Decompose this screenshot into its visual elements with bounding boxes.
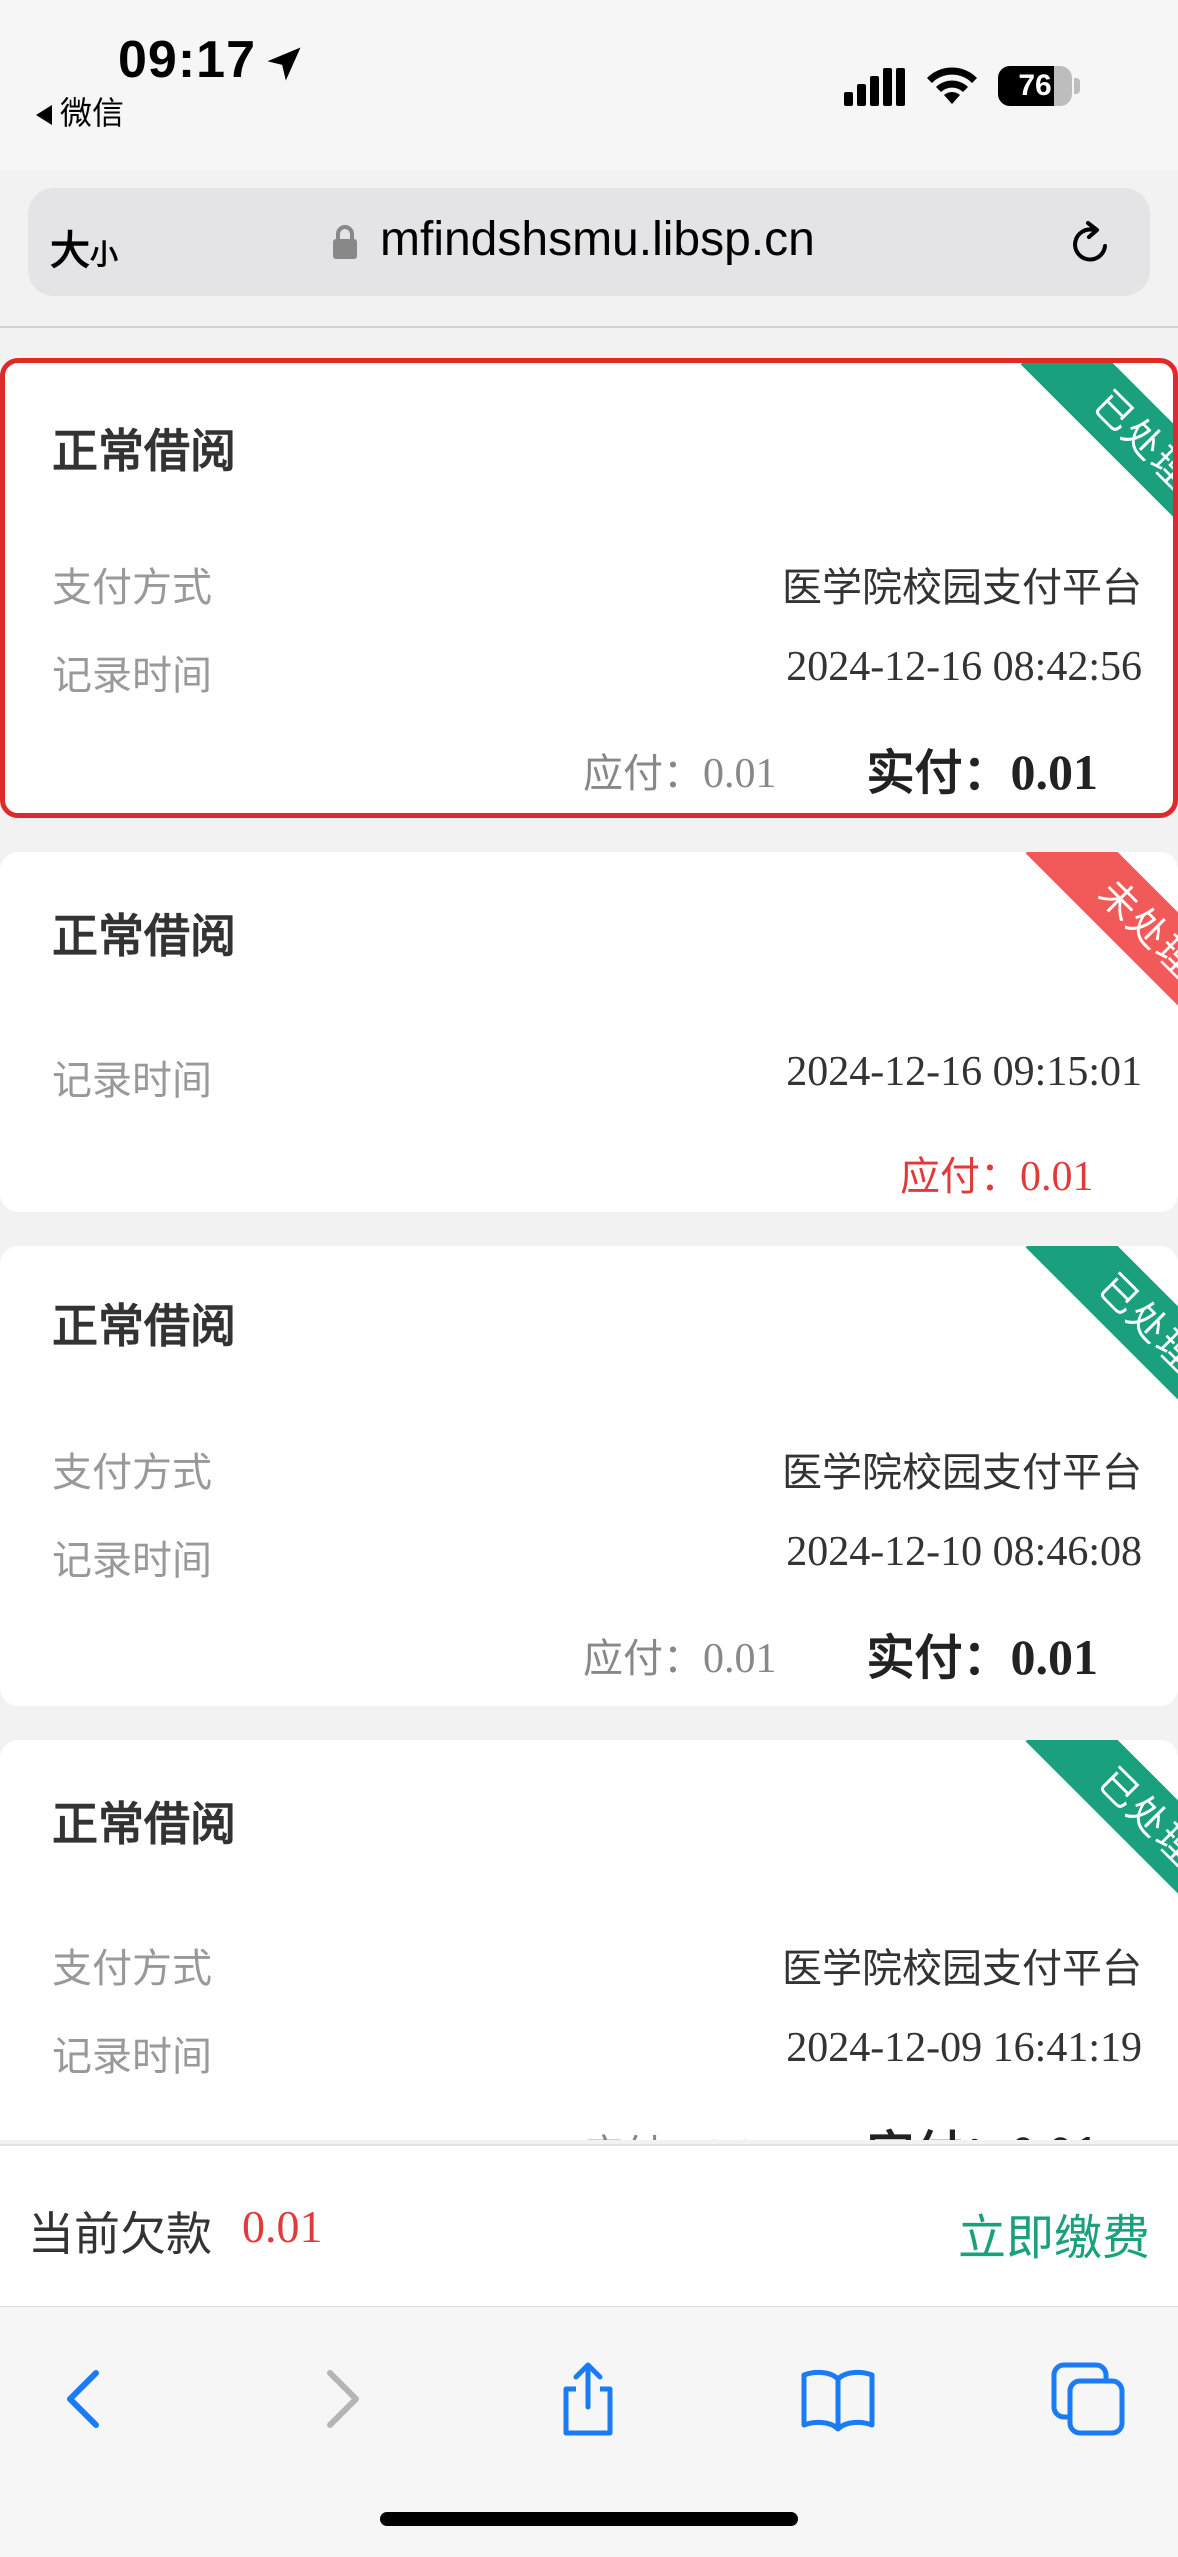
paid-value: 0.01: [1011, 2125, 1099, 2140]
current-debt-value: 0.01: [242, 2201, 323, 2252]
pay-method-label: 支付方式: [52, 565, 212, 611]
record-time-value: 2024-12-10 08:46:08: [786, 1529, 1142, 1575]
home-indicator: [380, 2512, 798, 2526]
record-title: 正常借阅: [52, 909, 236, 963]
due-value: 0.01: [1020, 1154, 1094, 1200]
pay-method-label: 支付方式: [52, 1946, 212, 1992]
bookmarks-icon[interactable]: [798, 2359, 878, 2439]
reload-icon[interactable]: [1064, 218, 1116, 270]
lock-icon: [333, 225, 357, 259]
text-size-button[interactable]: 大小: [50, 218, 118, 276]
pay-method-label: 支付方式: [52, 1450, 212, 1496]
amount-due: 应付：0.01: [900, 1144, 1094, 1202]
status-bar: 09:17 微信 76: [0, 0, 1178, 170]
address-bar[interactable]: 大小 mfindshsmu.libsp.cn: [28, 188, 1150, 296]
record-time-value: 2024-12-09 16:41:19: [786, 2025, 1142, 2071]
due-label: 应付：: [583, 2132, 703, 2140]
record-time-value: 2024-12-16 09:15:01: [786, 1049, 1142, 1095]
amount-paid: 实付：0.01: [866, 733, 1098, 803]
amount-paid: 实付：0.01: [866, 1618, 1098, 1688]
back-icon[interactable]: [46, 2359, 126, 2439]
record-card[interactable]: 正常借阅 已处理 支付方式 医学院校园支付平台 记录时间 2024-12-10 …: [0, 1246, 1178, 1706]
status-ribbon: 未处理: [978, 852, 1178, 1052]
record-time-label: 记录时间: [52, 653, 212, 699]
status-badge: 已处理: [1025, 1246, 1178, 1446]
status-ribbon: 已处理: [978, 1740, 1178, 1940]
paid-value: 0.01: [1010, 1629, 1099, 1685]
record-card[interactable]: 正常借阅 未处理 记录时间 2024-12-16 09:15:01 应付：0.0…: [0, 852, 1178, 1212]
battery-indicator: 76: [998, 66, 1072, 106]
record-time-label: 记录时间: [52, 1538, 212, 1584]
payment-record-list[interactable]: 正常借阅 已处理 支付方式 医学院校园支付平台 记录时间 2024-12-16 …: [0, 330, 1178, 2140]
amount-due: 应付：0.01: [583, 2122, 777, 2140]
pay-method-value: 医学院校园支付平台: [782, 1450, 1142, 1496]
due-value: 0.01: [703, 1636, 777, 1682]
battery-percent: 76: [1018, 69, 1052, 102]
payment-bar: 当前欠款 0.01 立即缴费: [0, 2144, 1178, 2306]
address-bar-divider: [0, 326, 1178, 328]
status-badge: 已处理: [1020, 363, 1173, 563]
record-title: 正常借阅: [52, 1299, 236, 1353]
back-app-label: 微信: [60, 94, 125, 132]
due-label: 应付：: [900, 1154, 1020, 1200]
paid-value: 0.01: [1010, 744, 1099, 800]
url-text[interactable]: mfindshsmu.libsp.cn: [380, 212, 815, 267]
amount-due: 应付：0.01: [583, 741, 777, 799]
text-size-big: 大: [50, 228, 90, 274]
share-icon[interactable]: [548, 2359, 628, 2439]
record-time-label: 记录时间: [52, 1058, 212, 1104]
back-to-app-link[interactable]: 微信: [36, 88, 124, 134]
paid-label: 实付：: [866, 2126, 1010, 2140]
record-card[interactable]: 正常借阅 已处理 支付方式 医学院校园支付平台 记录时间 2024-12-16 …: [0, 358, 1178, 818]
status-time: 09:17: [118, 31, 256, 89]
status-badge: 未处理: [1025, 852, 1178, 1052]
pay-method-value: 医学院校园支付平台: [782, 1946, 1142, 1992]
due-label: 应付：: [583, 1636, 703, 1682]
forward-icon[interactable]: [300, 2359, 380, 2439]
record-card[interactable]: 正常借阅 已处理 支付方式 医学院校园支付平台 记录时间 2024-12-09 …: [0, 1740, 1178, 2140]
wifi-icon: [927, 67, 977, 104]
due-value: 0.01: [703, 2132, 777, 2140]
record-time-value: 2024-12-16 08:42:56: [786, 644, 1142, 690]
location-arrow-icon: [267, 47, 301, 81]
record-time-label: 记录时间: [52, 2034, 212, 2080]
current-debt-label: 当前欠款: [28, 2207, 212, 2261]
status-ribbon: 已处理: [978, 1246, 1178, 1446]
battery-cap: [1074, 78, 1080, 94]
back-triangle-icon: [36, 105, 52, 125]
pay-now-button[interactable]: 立即缴费: [958, 2198, 1150, 2268]
record-title: 正常借阅: [52, 1797, 236, 1851]
paid-label: 实付：: [866, 745, 1011, 801]
due-label: 应付：: [583, 751, 703, 797]
due-value: 0.01: [703, 751, 777, 797]
pay-method-value: 医学院校园支付平台: [782, 565, 1142, 611]
amount-due: 应付：0.01: [583, 1626, 777, 1684]
paid-label: 实付：: [866, 1630, 1011, 1686]
status-ribbon: 已处理: [973, 363, 1173, 563]
record-title: 正常借阅: [52, 424, 236, 478]
tabs-icon[interactable]: [1048, 2359, 1128, 2439]
cellular-signal-icon: [844, 68, 905, 106]
status-badge: 已处理: [1025, 1740, 1178, 1940]
amount-paid: 实付：0.01: [866, 2114, 1098, 2140]
text-size-small: 小: [90, 238, 119, 271]
